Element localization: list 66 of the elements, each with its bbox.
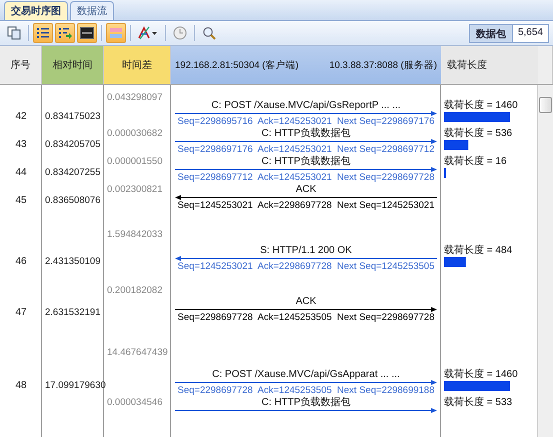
panel-icon — [80, 26, 94, 40]
relative-time: 0.834207255 — [44, 166, 100, 179]
message-label: C: HTTP负载数据包 — [262, 397, 350, 408]
relative-time: 0.834205705 — [44, 138, 100, 151]
packet-number: 44 — [15, 166, 27, 179]
column-header: 载荷长度 — [441, 46, 538, 84]
payload-label: 载荷长度 = 536 — [443, 128, 512, 139]
time-delta: 0.000001550 — [106, 156, 162, 167]
message-label: ACK — [296, 296, 316, 308]
message-label: S: HTTP/1.1 200 OK — [260, 245, 352, 256]
message-label: C: HTTP负载数据包 — [262, 156, 350, 167]
packet-count-label: 数据包 — [470, 24, 513, 42]
message-label: ACK — [296, 184, 316, 195]
payload-label: 载荷长度 = 484 — [443, 245, 512, 256]
message-label: C: POST /Xause.MVC/api/GsApparat ... ... — [212, 369, 400, 380]
font-color-icon — [138, 26, 158, 40]
payload-label: 载荷长度 = 1460 — [443, 369, 518, 380]
sequence-info: Seq=2298697712 Ack=1245253021 Next Seq=2298697728 — [178, 172, 434, 184]
packet-number: 43 — [15, 138, 27, 151]
sequence-info: Seq=2298697728 Ack=1245253505 Next Seq=2298697728 — [178, 312, 434, 324]
payload-label: 载荷长度 = 16 — [443, 156, 507, 167]
packet-number: 45 — [15, 194, 27, 207]
toolbar-button[interactable] — [77, 23, 97, 43]
time-delta: 1.594842033 — [106, 228, 162, 240]
toolbar-button[interactable] — [55, 23, 75, 43]
time-delta: 0.000030682 — [106, 128, 162, 139]
time-delta: 0.043298097 — [106, 92, 162, 104]
server-address: 10.3.88.37:8088 (服务器) — [329, 58, 437, 72]
copy-icon — [7, 26, 21, 40]
list-arrow-icon — [58, 26, 72, 40]
scrollbar-corner — [538, 46, 553, 84]
time-delta: 0.200182082 — [106, 284, 162, 296]
tab[interactable]: 交易时序图 — [4, 1, 68, 20]
column-header: 时间差 — [104, 46, 171, 84]
column-header: 序号 — [0, 46, 42, 84]
time-delta: 0.000034546 — [106, 397, 162, 408]
sequence-info: Seq=2298697728 Ack=1245253505 Next Seq=2298699188 — [178, 385, 434, 396]
relative-time: 2.431350109 — [44, 256, 100, 268]
sequence-info: Seq=1245253021 Ack=2298697728 Next Seq=1245253021 — [178, 200, 434, 212]
packet-number: 42 — [15, 110, 27, 123]
packet-count: 5,654 — [512, 24, 548, 42]
message-label: C: POST /Xause.MVC/api/GsReportP ... ... — [211, 100, 401, 111]
time-delta: 0.002300821 — [106, 184, 162, 195]
scrollbar[interactable] — [537, 85, 553, 437]
tab[interactable]: 数据流 — [70, 1, 114, 20]
list-icon — [36, 26, 50, 40]
payload-label: 载荷长度 = 533 — [443, 397, 512, 408]
message-label: C: HTTP负载数据包 — [262, 128, 350, 139]
sequence-info: Seq=2298697176 Ack=1245253021 Next Seq=2298697712 — [178, 144, 434, 156]
sequence-info: Seq=1245253021 Ack=2298697728 Next Seq=1245253505 — [178, 261, 434, 274]
packet-number: 46 — [15, 256, 27, 268]
column-header: 相对时间 — [42, 46, 104, 84]
relative-time: 2.631532191 — [44, 307, 100, 320]
sequence-info: Seq=2298695716 Ack=1245253021 Next Seq=2298697176 — [178, 116, 434, 128]
time-delta: 14.467647439 — [106, 346, 168, 358]
search-icon — [202, 26, 216, 40]
clock-icon — [173, 26, 187, 40]
packet-number: 47 — [15, 307, 27, 320]
payload-label: 载荷长度 = 1460 — [443, 100, 518, 111]
toolbar-button[interactable] — [33, 23, 53, 43]
packet-number: 48 — [15, 380, 27, 392]
relative-time: 0.834175023 — [44, 110, 100, 123]
relative-time: 0.836508076 — [44, 194, 100, 207]
color-bars-icon — [109, 26, 123, 40]
relative-time: 17.099179630 — [44, 380, 106, 392]
client-address: 192.168.2.81:50304 (客户端) — [175, 58, 298, 72]
